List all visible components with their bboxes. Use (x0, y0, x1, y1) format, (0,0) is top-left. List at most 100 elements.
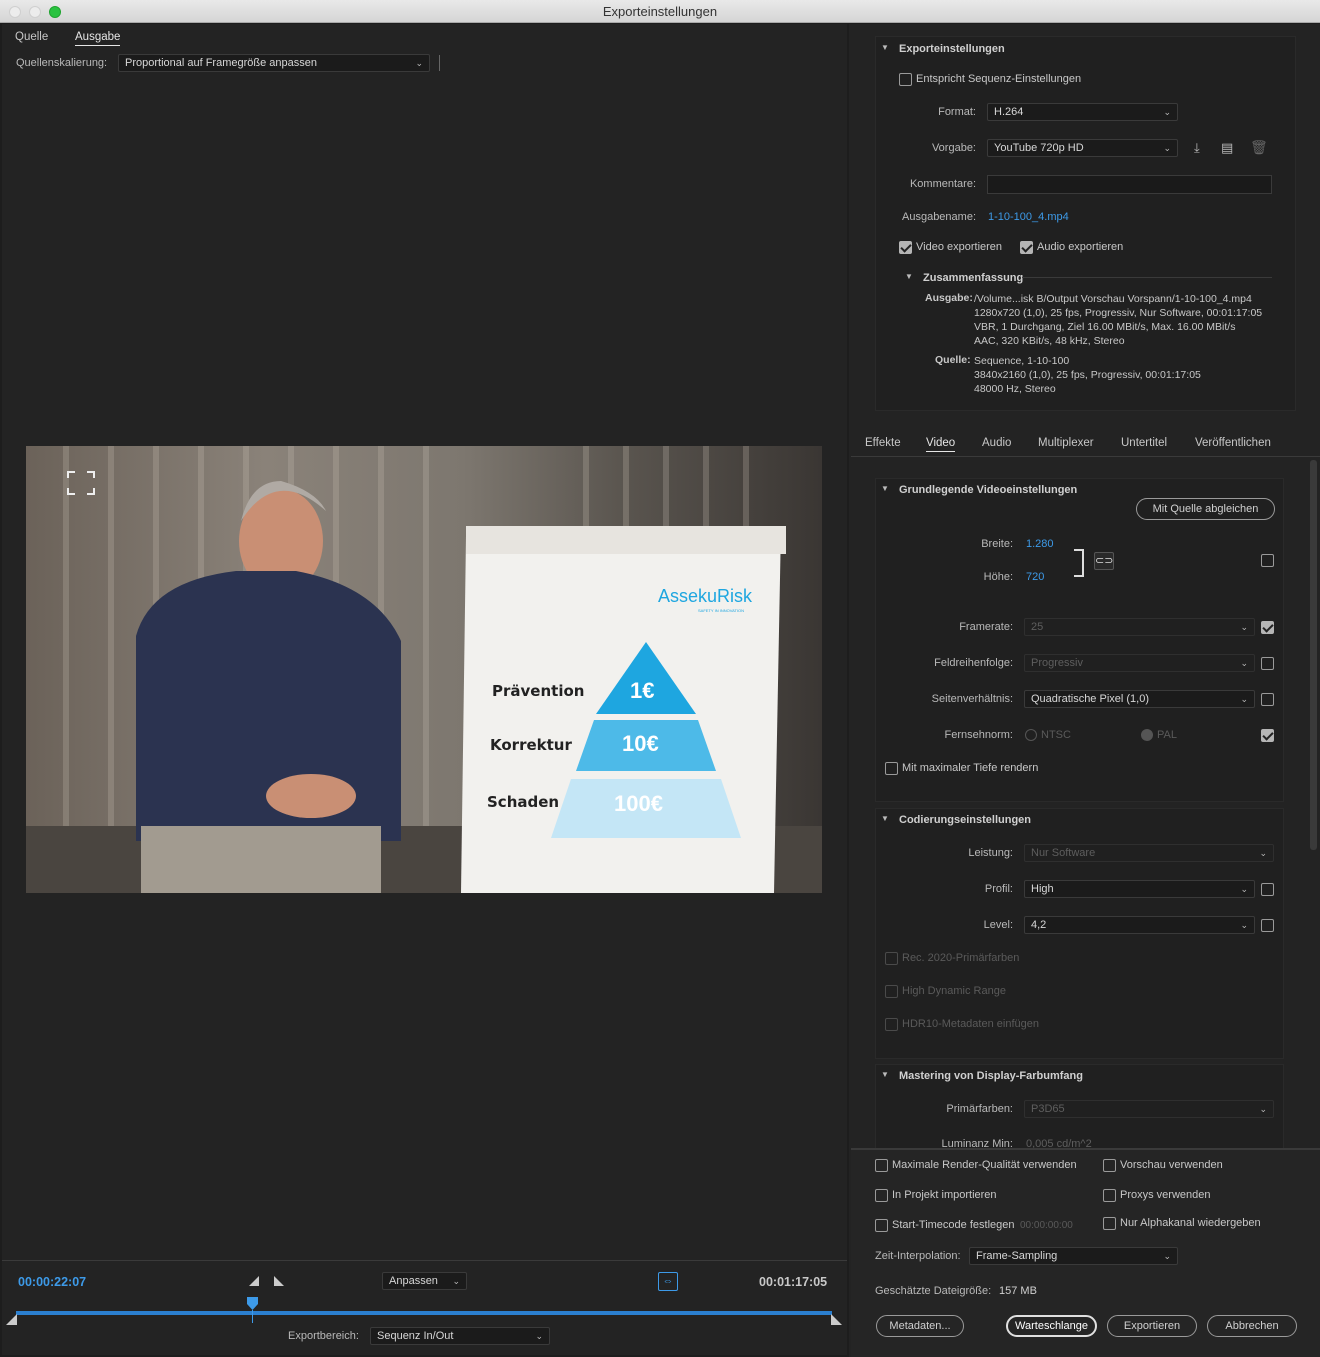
width-value[interactable]: 1.280 (1026, 538, 1054, 550)
minimize-button[interactable] (29, 6, 41, 18)
start-timecode-value[interactable]: 00:00:00:00 (1020, 1220, 1073, 1231)
framerate-dropdown[interactable]: 25 ⌄ (1024, 618, 1255, 636)
export-button[interactable]: Exportieren (1107, 1315, 1197, 1337)
level-dropdown[interactable]: 4,2 ⌄ (1024, 916, 1255, 934)
video-export-checkbox[interactable] (899, 241, 912, 254)
hdr-checkbox[interactable] (885, 985, 898, 998)
cancel-button[interactable]: Abbrechen (1207, 1315, 1297, 1337)
framerate-checkbox[interactable] (1261, 621, 1274, 634)
match-sequence-checkbox[interactable] (899, 73, 912, 86)
profile-checkbox[interactable] (1261, 883, 1274, 896)
tab-audio[interactable]: Audio (982, 437, 1011, 449)
summary-output-line: /Volume...isk B/Output Vorschau Vorspann… (974, 293, 1252, 305)
tab-effekte[interactable]: Effekte (865, 437, 901, 449)
chevron-down-icon: ⌄ (535, 1331, 543, 1341)
ntsc-radio[interactable] (1025, 729, 1037, 741)
preset-label: Vorgabe: (931, 142, 976, 154)
zoom-button[interactable] (49, 6, 61, 18)
safe-margins-icon[interactable]: ⇔ (658, 1272, 678, 1291)
audio-export-label: Audio exportieren (1037, 241, 1124, 253)
rec2020-checkbox[interactable] (885, 952, 898, 965)
metadata-button[interactable]: Metadaten... (876, 1315, 964, 1337)
tab-untertitel[interactable]: Untertitel (1121, 437, 1167, 449)
format-dropdown[interactable]: H.264 ⌄ (987, 103, 1178, 121)
height-label: Höhe: (983, 571, 1013, 583)
import-preset-icon[interactable]: ▤ (1221, 140, 1233, 156)
tab-multiplexer[interactable]: Multiplexer (1038, 437, 1094, 449)
use-proxies-checkbox[interactable] (1103, 1189, 1116, 1202)
max-render-label: Maximale Render-Qualität verwenden (892, 1159, 1077, 1171)
interpolation-dropdown[interactable]: Frame-Sampling ⌄ (969, 1247, 1178, 1265)
profile-dropdown[interactable]: High ⌄ (1024, 880, 1255, 898)
max-depth-checkbox[interactable] (885, 762, 898, 775)
tv-standard-checkbox[interactable] (1261, 729, 1274, 742)
comments-input[interactable] (987, 175, 1272, 194)
level-value: 4,2 (1031, 919, 1047, 931)
performance-dropdown[interactable]: Nur Software ⌄ (1024, 844, 1274, 862)
output-name-link[interactable]: 1-10-100_4.mp4 (988, 211, 1069, 223)
basic-video-panel (875, 478, 1284, 802)
start-timecode-checkbox[interactable] (875, 1219, 888, 1232)
export-range-dropdown[interactable]: Sequenz In/Out ⌄ (370, 1327, 550, 1345)
preset-dropdown[interactable]: YouTube 720p HD ⌄ (987, 139, 1178, 157)
summary-source-line: Sequence, 1-10-100 (974, 355, 1070, 367)
summary-source-label: Quelle: (935, 354, 971, 366)
range-end-handle[interactable] (829, 1314, 843, 1326)
height-value[interactable]: 720 (1026, 571, 1044, 583)
video-export-label: Video exportieren (916, 241, 1003, 253)
tab-veroeffentlichen[interactable]: Veröffentlichen (1195, 437, 1271, 449)
video-frame: AssekuRisk SAFETY IN INNOVATION Präventi… (26, 446, 822, 893)
audio-export-checkbox[interactable] (1020, 241, 1033, 254)
level-checkbox[interactable] (1261, 919, 1274, 932)
interpolation-value: Frame-Sampling (976, 1250, 1058, 1262)
close-button[interactable] (9, 6, 21, 18)
playhead[interactable] (247, 1297, 259, 1323)
current-timecode[interactable]: 00:00:22:07 (18, 1275, 86, 1289)
save-preset-icon[interactable]: ⤓ (1194, 140, 1200, 156)
chevron-down-icon: ⌄ (1240, 884, 1248, 894)
fit-dropdown[interactable]: Anpassen ⌄ (382, 1272, 467, 1290)
link-icon[interactable]: ⊂⊃ (1094, 552, 1114, 570)
chevron-down-icon[interactable]: ▼ (881, 814, 889, 823)
pal-radio[interactable] (1141, 729, 1153, 741)
flipchart-label-2: Korrektur (490, 736, 572, 754)
chevron-down-icon[interactable]: ▼ (881, 1070, 889, 1079)
import-project-checkbox[interactable] (875, 1189, 888, 1202)
aspect-checkbox[interactable] (1261, 693, 1274, 706)
match-source-button[interactable]: Mit Quelle abgleichen (1136, 498, 1275, 520)
in-out-markers (249, 1276, 284, 1286)
aspect-dropdown[interactable]: Quadratische Pixel (1,0) ⌄ (1024, 690, 1255, 708)
use-preview-checkbox[interactable] (1103, 1159, 1116, 1172)
tab-quelle[interactable]: Quelle (15, 31, 48, 43)
queue-button[interactable]: Warteschlange (1006, 1315, 1097, 1337)
tab-video[interactable]: Video (926, 437, 956, 452)
scrollbar-thumb[interactable] (1310, 460, 1317, 850)
mark-in-icon[interactable] (249, 1276, 259, 1286)
timeline-range-bar[interactable] (16, 1311, 832, 1315)
max-render-checkbox[interactable] (875, 1159, 888, 1172)
chevron-down-icon: ⌄ (1259, 1104, 1267, 1114)
chevron-down-icon[interactable]: ▼ (905, 272, 913, 281)
mastering-title: Mastering von Display-Farbumfang (899, 1070, 1083, 1082)
luminance-row: Luminanz Min: 0,005 cd/m^2 (875, 1134, 1284, 1148)
tab-ausgabe[interactable]: Ausgabe (75, 31, 121, 46)
scaling-dropdown[interactable]: Proportional auf Framegröße anpassen ⌄ (118, 54, 430, 72)
delete-preset-icon[interactable]: 🗑 (1250, 139, 1268, 156)
mark-out-icon[interactable] (274, 1276, 284, 1286)
range-start-handle[interactable] (6, 1314, 20, 1326)
size-override-checkbox[interactable] (1261, 554, 1274, 567)
chevron-down-icon[interactable]: ▼ (881, 484, 889, 493)
primaries-label: Primärfarben: (946, 1103, 1013, 1115)
hdr10-checkbox[interactable] (885, 1018, 898, 1031)
primaries-dropdown[interactable]: P3D65 ⌄ (1024, 1100, 1274, 1118)
alpha-only-checkbox[interactable] (1103, 1217, 1116, 1230)
field-order-dropdown[interactable]: Progressiv ⌄ (1024, 654, 1255, 672)
field-order-checkbox[interactable] (1261, 657, 1274, 670)
total-timecode: 00:01:17:05 (759, 1275, 828, 1289)
chevron-down-icon: ⌄ (1163, 143, 1171, 153)
output-name-label: Ausgabename: (902, 211, 976, 223)
chevron-down-icon: ⌄ (1240, 920, 1248, 930)
summary-title: Zusammenfassung (923, 272, 1024, 284)
profile-value: High (1031, 883, 1054, 895)
chevron-down-icon[interactable]: ▼ (881, 43, 889, 52)
